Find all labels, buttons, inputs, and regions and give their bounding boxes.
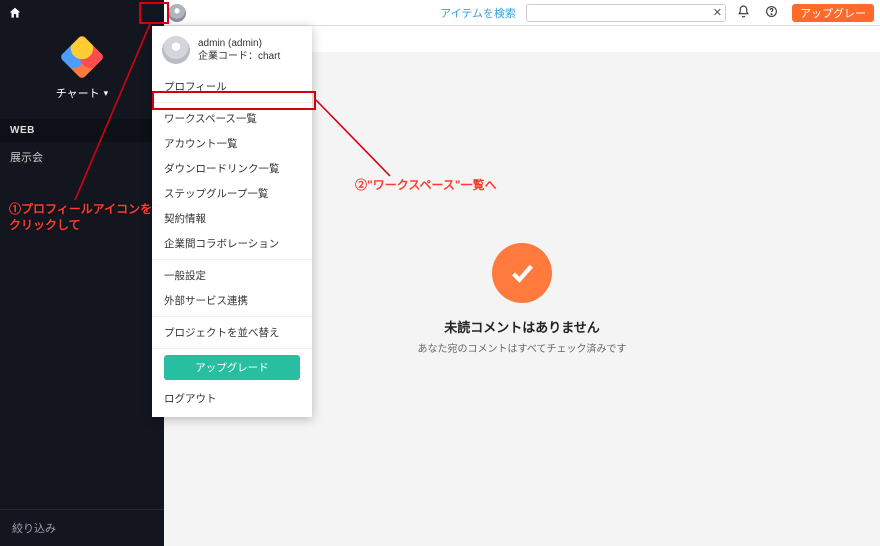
menu-contract[interactable]: 契約情報	[152, 206, 312, 231]
help-icon[interactable]	[763, 5, 779, 21]
profile-dropdown: admin (admin) 企業コード：chart プロフィール ワークスペース…	[152, 26, 312, 417]
menu-profile[interactable]: プロフィール	[152, 74, 312, 99]
menu-collaboration[interactable]: 企業間コラボレーション	[152, 231, 312, 256]
menu-logout[interactable]: ログアウト	[152, 386, 312, 411]
upgrade-button-top[interactable]: アップグレー	[792, 4, 874, 22]
dropdown-username: admin (admin)	[198, 37, 280, 50]
search-label: アイテムを検索	[440, 5, 516, 21]
sidebar-top	[0, 0, 164, 29]
menu-reorder-projects[interactable]: プロジェクトを並べ替え	[152, 320, 312, 345]
dropdown-user-info: admin (admin) 企業コード：chart	[198, 37, 280, 63]
home-icon[interactable]	[8, 6, 22, 23]
dropdown-company: 企業コード：chart	[198, 50, 280, 63]
sidebar-section-web: WEB	[0, 119, 164, 142]
menu-external-services[interactable]: 外部サービス連携	[152, 288, 312, 313]
sidebar: チャート ▾ WEB 展示会 絞り込み	[0, 0, 164, 546]
app-root: チャート ▾ WEB 展示会 絞り込み アイテムを検索 ✕	[0, 0, 880, 546]
menu-separator	[152, 348, 312, 349]
chevron-down-icon: ▾	[104, 88, 109, 99]
empty-title: 未読コメントはありません	[444, 317, 600, 336]
dropdown-header: admin (admin) 企業コード：chart	[152, 26, 312, 74]
annotation-step2: ②"ワークスペース"一覧へ	[355, 176, 497, 193]
sidebar-item-exhibition[interactable]: 展示会	[0, 142, 164, 172]
avatar-icon	[162, 36, 190, 64]
workspace-switcher[interactable]: チャート ▾	[0, 85, 164, 101]
bell-icon[interactable]	[735, 5, 751, 21]
annotation-step1: ①プロフィールアイコンを クリックして	[9, 201, 152, 233]
menu-general-settings[interactable]: 一般設定	[152, 263, 312, 288]
topbar: アイテムを検索 ✕ アップグレー	[164, 0, 880, 26]
clear-search-icon[interactable]: ✕	[713, 6, 722, 19]
menu-upgrade-button[interactable]: アップグレード	[164, 355, 300, 380]
menu-separator	[152, 259, 312, 260]
menu-workspace-list[interactable]: ワークスペース一覧	[152, 106, 312, 131]
logo-icon	[59, 34, 104, 79]
search-input[interactable]	[526, 4, 726, 22]
workspace-name: チャート	[56, 85, 100, 101]
search-wrapper: ✕	[526, 4, 726, 22]
empty-subtitle: あなた宛のコメントはすべてチェック済みです	[418, 340, 627, 355]
menu-download-links[interactable]: ダウンロードリンク一覧	[152, 156, 312, 181]
check-icon	[492, 243, 552, 303]
workspace-logo	[0, 41, 164, 73]
sidebar-filter[interactable]: 絞り込み	[0, 509, 164, 546]
menu-step-groups[interactable]: ステップグループ一覧	[152, 181, 312, 206]
profile-avatar-icon[interactable]	[168, 4, 186, 22]
menu-separator	[152, 316, 312, 317]
menu-separator	[152, 102, 312, 103]
menu-account-list[interactable]: アカウント一覧	[152, 131, 312, 156]
